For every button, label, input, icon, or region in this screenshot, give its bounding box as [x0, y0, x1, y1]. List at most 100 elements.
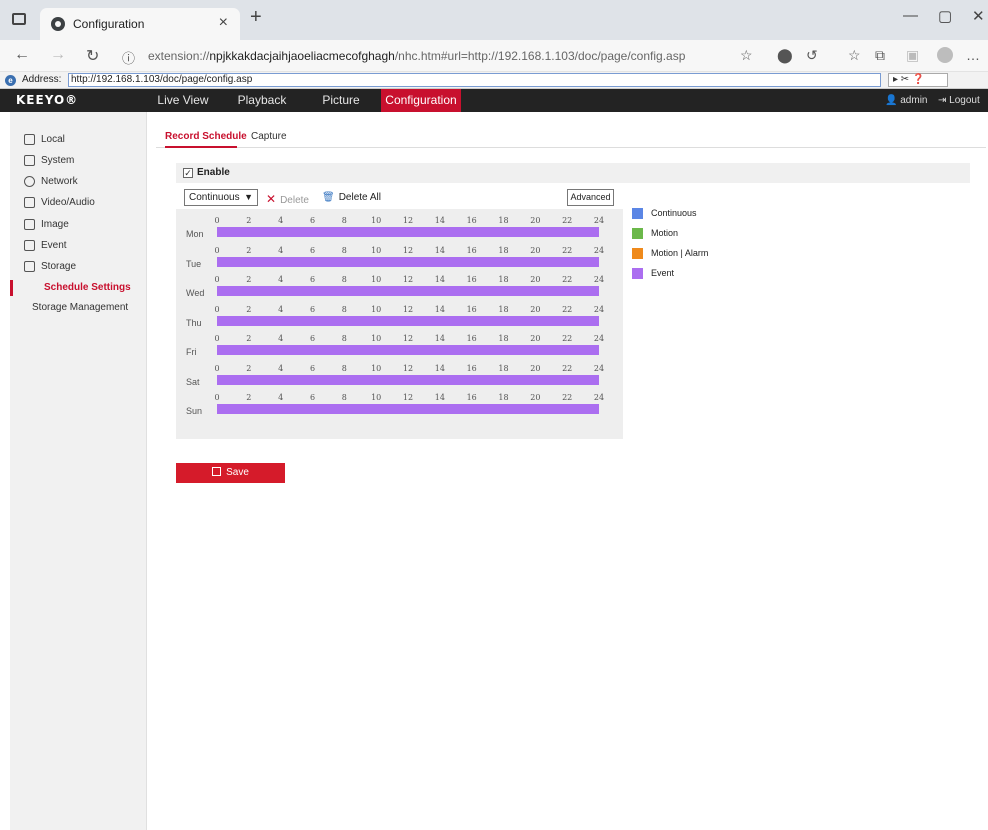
enable-checkbox[interactable]: ✓ — [183, 168, 193, 178]
save-button[interactable]: Save — [176, 463, 285, 483]
sidebar-item-video-audio[interactable]: Video/Audio — [10, 193, 147, 213]
hour-tick-label: 20 — [530, 334, 541, 343]
hour-tick-label: 4 — [278, 334, 284, 343]
wallet-icon[interactable]: ▣ — [906, 47, 919, 64]
content-tabs: Record Schedule Capture — [156, 124, 986, 148]
hour-tick-label: 14 — [434, 245, 445, 255]
hour-ticks: 0 2 4 6 8 10 12 14 16 18 20 22 24 — [214, 304, 604, 316]
hour-tick-label: 0 — [214, 304, 220, 314]
delete-icon: ✕ — [266, 192, 277, 206]
hour-tick-label: 0 — [214, 393, 220, 402]
refresh-icon[interactable]: ↻ — [86, 46, 99, 66]
hour-tick-label: 18 — [498, 393, 509, 402]
sidebar-item-network[interactable]: Network — [10, 172, 147, 192]
tab-title: Configuration — [73, 17, 145, 31]
hour-tick-label: 6 — [309, 363, 316, 373]
tab-actions-icon[interactable] — [12, 13, 26, 25]
hour-tick-label: 22 — [562, 245, 573, 255]
hour-tick-label: 10 — [371, 275, 382, 284]
forward-icon[interactable]: → — [50, 46, 66, 64]
tab-capture[interactable]: Capture — [251, 131, 287, 142]
sidebar-item-label: Storage — [41, 261, 77, 272]
menu-configuration[interactable]: Configuration — [381, 89, 461, 112]
hour-tick-label: 24 — [593, 393, 605, 402]
sidebar-item-schedule-settings[interactable]: Schedule Settings — [10, 278, 147, 298]
hour-ticks: 0 2 4 6 8 10 12 14 16 18 20 22 24 — [214, 215, 604, 227]
logout-button[interactable]: ⇥ Logout — [938, 95, 980, 106]
hour-tick-label: 0 — [214, 334, 220, 343]
profile-avatar-icon[interactable] — [937, 47, 953, 63]
hour-tick-label: 22 — [562, 393, 573, 402]
hour-tick-label: 14 — [434, 275, 445, 284]
advanced-button[interactable]: Advanced — [567, 189, 614, 206]
delete-all-button[interactable]: 🗑 Delete All — [322, 192, 381, 203]
schedule-bar[interactable] — [217, 256, 599, 267]
sidebar-item-storage[interactable]: Storage — [10, 257, 147, 277]
more-menu-icon[interactable]: … — [966, 47, 980, 63]
extension-icon[interactable]: ⬤ — [777, 47, 793, 64]
hour-ticks: 0 2 4 6 8 10 12 14 16 18 20 22 24 — [214, 245, 604, 257]
record-type-value: Continuous — [189, 192, 240, 203]
tab-close-icon[interactable]: × — [219, 14, 228, 32]
hour-tick-label: 14 — [434, 393, 445, 402]
sidebar-item-system[interactable]: System — [10, 151, 147, 171]
day-label: Wed — [186, 288, 205, 298]
hour-tick-label: 8 — [341, 304, 347, 314]
tab-record-schedule[interactable]: Record Schedule — [165, 131, 247, 142]
ie-mode-icon: e — [5, 75, 16, 86]
hour-ticks: 0 2 4 6 8 10 12 14 16 18 20 22 24 — [214, 274, 604, 286]
event-icon — [24, 240, 35, 251]
record-type-select[interactable]: Continuous ▼ — [184, 189, 258, 206]
extension2-icon[interactable]: ↺ — [806, 47, 818, 64]
favorites-icon[interactable]: ☆ — [848, 47, 861, 64]
address-input[interactable]: http://192.168.1.103/doc/page/config.asp — [68, 73, 881, 87]
new-tab-icon[interactable]: + — [250, 6, 262, 29]
collections-icon[interactable]: ⧉ — [875, 47, 885, 64]
back-icon[interactable]: ← — [14, 46, 30, 64]
delete-button[interactable]: ✕ Delete — [266, 192, 309, 206]
address-tools[interactable]: ▸ ✂ ❓ — [888, 73, 948, 87]
enable-label: Enable — [197, 167, 230, 178]
browser-tab[interactable]: Configuration × — [40, 8, 240, 40]
menu-live-view[interactable]: Live View — [154, 89, 212, 112]
hour-tick-label: 22 — [562, 304, 573, 314]
hour-tick-label: 8 — [341, 216, 347, 225]
hour-tick-label: 22 — [562, 275, 573, 284]
hour-tick-label: 12 — [402, 363, 414, 373]
url-field[interactable]: extension://npjkkakdacjaihjaoeliacmecofg… — [148, 49, 685, 63]
site-info-icon[interactable]: ⓘ — [122, 48, 135, 67]
sidebar-item-storage-management[interactable]: Storage Management — [10, 298, 147, 318]
day-label: Fri — [186, 347, 197, 357]
hour-ticks: 0 2 4 6 8 10 12 14 16 18 20 22 24 — [214, 363, 604, 375]
user-menu[interactable]: 👤 admin — [885, 95, 927, 106]
hour-tick-label: 10 — [371, 393, 382, 402]
minimize-icon[interactable]: — — [903, 7, 918, 24]
legend-swatch — [632, 208, 643, 219]
schedule-bar[interactable] — [217, 345, 599, 355]
sidebar-item-event[interactable]: Event — [10, 236, 147, 256]
hour-tick-label: 2 — [246, 393, 252, 402]
hour-tick-label: 8 — [341, 275, 347, 284]
schedule-row-wed: Wed 0 2 4 6 8 10 12 14 16 18 20 22 24 — [176, 274, 623, 303]
address-label: Address: — [22, 74, 62, 85]
schedule-bar[interactable] — [217, 404, 599, 414]
hour-tick-label: 12 — [402, 334, 414, 343]
read-aloud-icon[interactable]: ☆ — [740, 47, 753, 64]
chevron-down-icon: ▼ — [244, 192, 253, 202]
menu-playback[interactable]: Playback — [232, 89, 292, 112]
hour-tick-label: 20 — [530, 304, 541, 314]
schedule-bar[interactable] — [217, 227, 599, 237]
schedule-bar[interactable] — [217, 315, 599, 326]
sidebar-item-label: Event — [41, 240, 67, 251]
maximize-icon[interactable]: ▢ — [938, 7, 952, 25]
schedule-bar[interactable] — [217, 374, 599, 385]
hour-ticks: 0 2 4 6 8 10 12 14 16 18 20 22 24 — [214, 392, 604, 404]
menu-picture[interactable]: Picture — [316, 89, 366, 112]
sidebar-item-local[interactable]: Local — [10, 130, 147, 150]
sidebar-item-image[interactable]: Image — [10, 215, 147, 235]
hour-tick-label: 10 — [371, 363, 382, 373]
hour-tick-label: 18 — [498, 245, 509, 255]
hour-tick-label: 20 — [530, 275, 541, 284]
schedule-bar[interactable] — [217, 286, 599, 296]
close-window-icon[interactable]: ✕ — [972, 7, 985, 25]
